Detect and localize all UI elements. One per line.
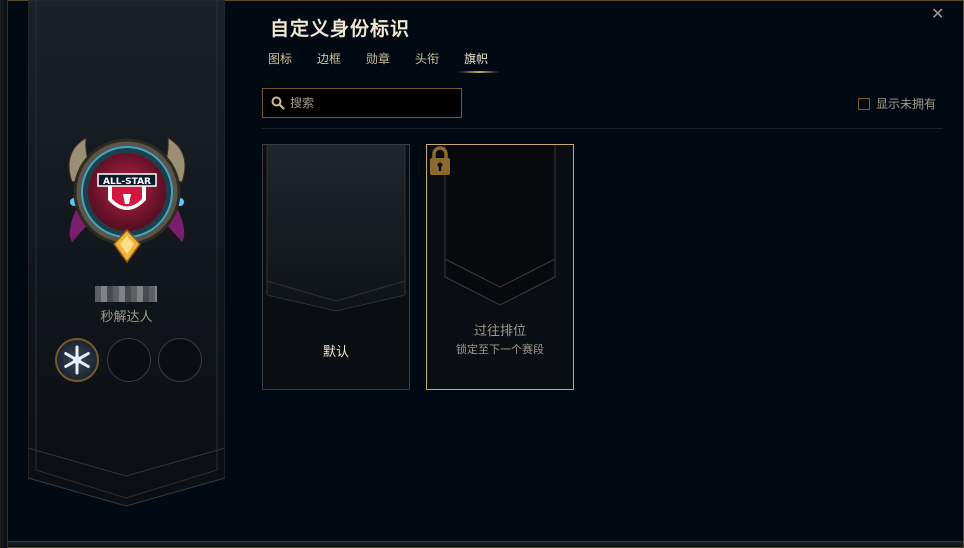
- snowflake-badge-icon: [64, 345, 90, 375]
- search-box: [262, 88, 462, 118]
- window-left-edge: [0, 0, 8, 548]
- banner-card-past-ranked[interactable]: 过往排位 锁定至下一个赛段: [426, 144, 574, 390]
- divider: [262, 128, 942, 129]
- show-unowned-toggle[interactable]: 显示未拥有: [858, 95, 936, 112]
- tab-titles[interactable]: 头衔: [415, 50, 439, 73]
- tab-borders[interactable]: 边框: [317, 50, 341, 73]
- show-unowned-label: 显示未拥有: [876, 97, 937, 111]
- banner-label-past-ranked: 过往排位: [473, 324, 526, 339]
- tab-icons[interactable]: 图标: [268, 50, 292, 73]
- player-name-redacted: [95, 286, 157, 302]
- badge-slot-2[interactable]: [107, 338, 151, 382]
- close-icon[interactable]: ✕: [931, 4, 944, 23]
- emblem-text: ALL-STAR: [103, 177, 151, 187]
- banner-label-default: 默认: [322, 345, 349, 360]
- all-star-emblem-icon: ALL-STAR: [68, 137, 186, 264]
- tab-banners[interactable]: 旗帜: [458, 50, 501, 73]
- search-icon: [271, 96, 285, 110]
- badge-slot-1[interactable]: [55, 338, 99, 382]
- tab-badges[interactable]: 勋章: [366, 50, 390, 73]
- show-unowned-checkbox[interactable]: [858, 97, 870, 110]
- search-input[interactable]: [288, 95, 452, 111]
- banner-lock-subtitle: 锁定至下一个赛段: [456, 343, 544, 356]
- page-title: 自定义身份标识: [270, 18, 411, 40]
- banner-card-default[interactable]: 默认: [262, 144, 410, 390]
- player-title: 秒解达人: [100, 310, 153, 325]
- badge-slot-3[interactable]: [158, 338, 202, 382]
- lock-icon: [430, 146, 450, 175]
- tab-bar: 图标 边框 勋章 头衔 旗帜: [268, 50, 513, 73]
